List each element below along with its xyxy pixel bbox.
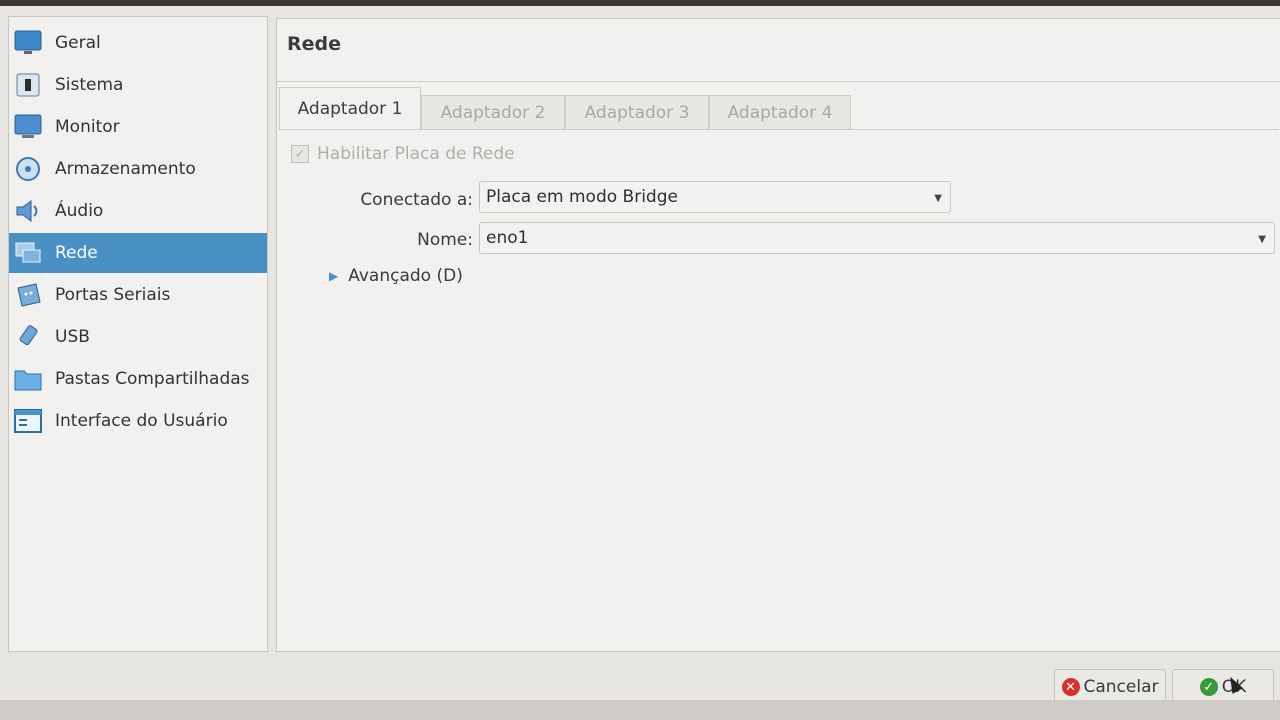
attached-to-value: Placa em modo Bridge (486, 187, 678, 207)
enable-adapter-checkbox[interactable]: ✓ Habilitar Placa de Rede (291, 144, 515, 164)
sidebar-item-armazenamento[interactable]: Armazenamento (9, 149, 267, 189)
cancel-icon: ✕ (1061, 678, 1080, 696)
sidebar-item-sistema[interactable]: Sistema (9, 65, 267, 105)
tab-adaptador-2[interactable]: Adaptador 2 (421, 95, 565, 130)
settings-window: Geral Sistema Monitor Armazenamento Áudi… (0, 6, 1280, 705)
sidebar-item-rede[interactable]: Rede (9, 233, 267, 273)
page-title: Rede (287, 33, 342, 55)
sidebar-item-label: Sistema (55, 75, 124, 95)
sidebar-item-portas-seriais[interactable]: Portas Seriais (9, 275, 267, 315)
chip-icon (13, 70, 43, 100)
enable-adapter-label: Habilitar Placa de Rede (317, 144, 515, 164)
sidebar-item-pastas-compartilhadas[interactable]: Pastas Compartilhadas (9, 359, 267, 399)
sidebar-item-usb[interactable]: USB (9, 317, 267, 357)
display-icon (13, 112, 43, 142)
sidebar-item-label: Rede (55, 243, 98, 263)
tab-content: ✓ Habilitar Placa de Rede Conectado a: P… (279, 129, 1279, 650)
advanced-expander[interactable]: ▶ Avançado (D) (329, 266, 463, 286)
window-icon (13, 406, 43, 436)
sidebar-item-label: Pastas Compartilhadas (55, 369, 250, 389)
network-icon (13, 238, 43, 268)
serial-port-icon (13, 280, 43, 310)
check-icon: ✓ (291, 145, 309, 163)
attached-to-select[interactable]: Placa em modo Bridge ▼ (479, 181, 951, 213)
sidebar-item-label: Armazenamento (55, 159, 196, 179)
disk-icon (13, 154, 43, 184)
attached-to-label: Conectado a: (360, 190, 473, 210)
sidebar-item-label: Portas Seriais (55, 285, 171, 305)
name-label: Nome: (417, 230, 473, 250)
sidebar-item-label: Monitor (55, 117, 120, 137)
divider (277, 81, 1280, 82)
sidebar-item-label: Geral (55, 33, 101, 53)
network-settings-panel: Rede Adaptador 1 Adaptador 2 Adaptador 3… (276, 18, 1280, 652)
dropdown-arrow-icon: ▼ (1258, 234, 1266, 245)
sidebar-item-geral[interactable]: Geral (9, 23, 267, 63)
tab-adaptador-1[interactable]: Adaptador 1 (279, 87, 421, 130)
sidebar-item-label: USB (55, 327, 90, 347)
sidebar-item-label: Interface do Usuário (55, 411, 228, 431)
name-value: eno1 (486, 228, 529, 248)
sidebar: Geral Sistema Monitor Armazenamento Áudi… (8, 16, 268, 652)
ok-icon: ✓ (1199, 678, 1218, 696)
sidebar-item-audio[interactable]: Áudio (9, 191, 267, 231)
dropdown-arrow-icon: ▼ (934, 193, 942, 204)
speaker-icon (13, 196, 43, 226)
sidebar-item-label: Áudio (55, 201, 104, 221)
tab-adaptador-4[interactable]: Adaptador 4 (709, 95, 851, 130)
desktop-background (0, 700, 1280, 720)
usb-icon (13, 322, 43, 352)
adapter-tabs: Adaptador 1 Adaptador 2 Adaptador 3 Adap… (279, 85, 1279, 130)
sidebar-item-interface-do-usuario[interactable]: Interface do Usuário (9, 401, 267, 441)
folder-icon (13, 364, 43, 394)
sidebar-item-monitor[interactable]: Monitor (9, 107, 267, 147)
name-select[interactable]: eno1 ▼ (479, 222, 1275, 254)
advanced-label: Avançado (D) (348, 266, 463, 286)
cancel-button-label: Cancelar (1083, 677, 1159, 697)
monitor-blue-icon (13, 28, 43, 58)
tab-adaptador-3[interactable]: Adaptador 3 (565, 95, 709, 130)
expand-arrow-icon: ▶ (329, 269, 339, 283)
